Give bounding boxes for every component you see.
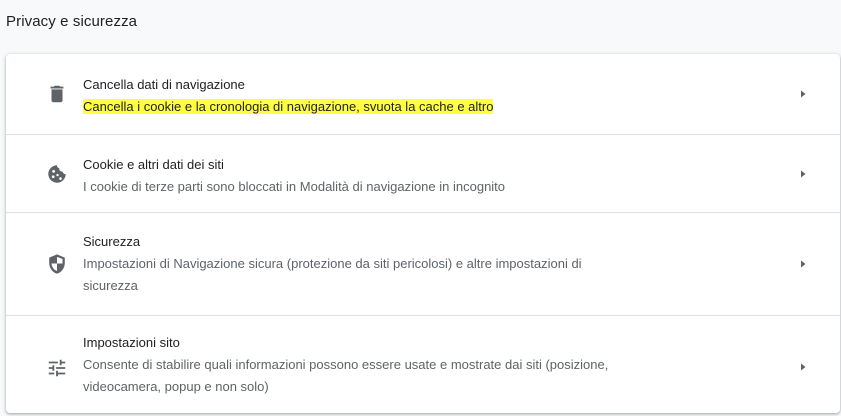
- highlighted-subtitle: Cancella i cookie e la cronologia di nav…: [83, 99, 494, 114]
- shield-icon: [49, 254, 65, 274]
- chevron-right-icon: [801, 90, 806, 98]
- chevron-right-icon: [801, 170, 806, 178]
- row-subtitle-line: Impostazioni di Navigazione sicura (prot…: [83, 256, 582, 271]
- row-title: Impostazioni sito: [83, 335, 180, 350]
- row-security[interactable]: Sicurezza Impostazioni di Navigazione si…: [6, 212, 840, 316]
- row-subtitle-line: videocamera, popup e non solo): [83, 379, 269, 394]
- row-subtitle: Consente di stabilire quali informazioni…: [83, 354, 733, 398]
- chevron-right-icon: [801, 260, 806, 268]
- privacy-card: Cancella dati di navigazione Cancella i …: [6, 54, 840, 413]
- row-subtitle-line: Consente di stabilire quali informazioni…: [83, 357, 609, 372]
- row-title: Sicurezza: [83, 234, 141, 249]
- tune-icon: [48, 359, 66, 377]
- row-cookies[interactable]: Cookie e altri dati dei siti I cookie di…: [6, 134, 840, 213]
- row-clear-browsing-data[interactable]: Cancella dati di navigazione Cancella i …: [6, 54, 840, 134]
- row-subtitle: I cookie di terze parti sono bloccati in…: [83, 179, 506, 194]
- row-title: Cancella dati di navigazione: [83, 77, 245, 92]
- cookie-icon: [48, 165, 66, 183]
- row-subtitle: Cancella i cookie e la cronologia di nav…: [83, 96, 733, 118]
- trash-icon: [50, 85, 64, 103]
- row-subtitle-line: sicurezza: [83, 278, 138, 293]
- row-title: Cookie e altri dati dei siti: [83, 157, 224, 172]
- row-subtitle: Impostazioni di Navigazione sicura (prot…: [83, 253, 733, 297]
- row-site-settings[interactable]: Impostazioni sito Consente di stabilire …: [6, 315, 840, 413]
- chevron-right-icon: [801, 363, 806, 371]
- section-title: Privacy e sicurezza: [6, 13, 138, 30]
